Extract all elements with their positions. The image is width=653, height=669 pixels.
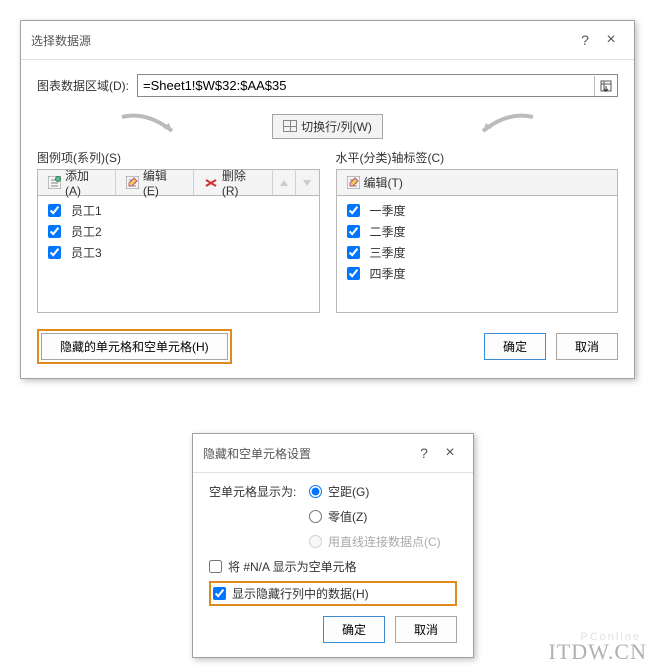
range-selector-icon[interactable]	[594, 76, 617, 96]
hidden-cells-button[interactable]: 隐藏的单元格和空单元格(H)	[41, 333, 228, 360]
categories-panel: 水平(分类)轴标签(C) 编辑(T) 一季度 二季度 三季度 四季度	[336, 149, 619, 313]
show-hidden-highlight: 显示隐藏行列中的数据(H)	[209, 581, 457, 606]
dialog1-title: 选择数据源	[31, 32, 572, 49]
move-down-button[interactable]	[296, 170, 318, 195]
chart-range-label: 图表数据区域(D):	[37, 77, 129, 94]
dialog2-titlebar: 隐藏和空单元格设置 ? ×	[193, 434, 473, 473]
list-item[interactable]: 四季度	[337, 263, 618, 284]
gap-radio[interactable]: 空距(G)	[309, 483, 369, 500]
gap-label: 空距(G)	[328, 483, 369, 500]
dialog1-body: 图表数据区域(D): 切换行/列(W) 图例项(系列)	[21, 60, 634, 378]
cancel-button[interactable]: 取消	[395, 616, 457, 643]
chart-range-row: 图表数据区域(D):	[37, 74, 618, 97]
chart-range-field	[137, 74, 618, 97]
add-label: 添加(A)	[65, 167, 105, 198]
category-checkbox[interactable]	[347, 204, 360, 217]
ok-button[interactable]: 确定	[323, 616, 385, 643]
help-icon[interactable]: ?	[572, 29, 598, 51]
ok-button[interactable]: 确定	[484, 333, 546, 360]
series-checkbox[interactable]	[48, 246, 61, 259]
select-data-source-dialog: 选择数据源 ? × 图表数据区域(D): 切换行/列(W)	[20, 20, 635, 379]
panels: 图例项(系列)(S) 添加(A) 编辑(E) 删除(R)	[37, 149, 618, 313]
line-label: 用直线连接数据点(C)	[328, 533, 441, 550]
remove-label: 删除(R)	[222, 167, 263, 198]
series-listbox[interactable]: 员工1 员工2 员工3	[37, 196, 320, 313]
list-item[interactable]: 三季度	[337, 242, 618, 263]
show-hidden-label: 显示隐藏行列中的数据(H)	[232, 585, 369, 602]
zero-radio[interactable]: 零值(Z)	[309, 508, 367, 525]
display-as-label: 空单元格显示为:	[209, 483, 309, 500]
display-as-row: 空单元格显示为: 空距(G)	[209, 483, 457, 500]
switch-row-column-button[interactable]: 切换行/列(W)	[272, 114, 383, 139]
swap-row: 切换行/列(W)	[37, 111, 618, 141]
line-radio: 用直线连接数据点(C)	[309, 533, 441, 550]
category-item-label: 三季度	[370, 244, 406, 261]
add-series-button[interactable]: 添加(A)	[38, 170, 116, 195]
categories-title: 水平(分类)轴标签(C)	[336, 149, 619, 166]
watermark: ITDW.CN	[549, 639, 647, 665]
series-checkbox[interactable]	[48, 225, 61, 238]
help-icon[interactable]: ?	[411, 442, 437, 464]
series-item-label: 员工2	[71, 223, 102, 240]
list-item[interactable]: 二季度	[337, 221, 618, 242]
series-toolbar: 添加(A) 编辑(E) 删除(R)	[37, 169, 320, 196]
category-item-label: 二季度	[370, 223, 406, 240]
category-item-label: 一季度	[370, 202, 406, 219]
remove-series-button[interactable]: 删除(R)	[194, 170, 274, 195]
category-checkbox[interactable]	[347, 225, 360, 238]
zero-row: 零值(Z)	[309, 508, 457, 525]
add-icon	[48, 176, 61, 189]
list-item[interactable]: 员工2	[38, 221, 319, 242]
grid-icon	[283, 120, 297, 132]
show-na-label: 将 #N/A 显示为空单元格	[228, 558, 357, 575]
series-title: 图例项(系列)(S)	[37, 149, 320, 166]
series-checkbox[interactable]	[48, 204, 61, 217]
zero-label: 零值(Z)	[328, 508, 367, 525]
hidden-empty-cells-dialog: 隐藏和空单元格设置 ? × 空单元格显示为: 空距(G) 零值(Z) 用直线连接…	[192, 433, 474, 658]
list-item[interactable]: 员工3	[38, 242, 319, 263]
hidden-cells-highlight: 隐藏的单元格和空单元格(H)	[37, 329, 232, 364]
series-item-label: 员工1	[71, 202, 102, 219]
show-na-row: 将 #N/A 显示为空单元格	[209, 558, 457, 575]
edit-series-button[interactable]: 编辑(E)	[116, 170, 194, 195]
edit-categories-button[interactable]: 编辑(T)	[337, 170, 413, 195]
show-hidden-checkbox[interactable]	[213, 587, 226, 600]
delete-icon	[204, 178, 218, 188]
dialog2-body: 空单元格显示为: 空距(G) 零值(Z) 用直线连接数据点(C) 将 #N/A …	[193, 473, 473, 657]
series-panel: 图例项(系列)(S) 添加(A) 编辑(E) 删除(R)	[37, 149, 320, 313]
categories-toolbar: 编辑(T)	[336, 169, 619, 196]
arrow-right-icon	[478, 113, 538, 140]
edit-icon	[126, 176, 139, 189]
list-item[interactable]: 员工1	[38, 200, 319, 221]
series-item-label: 员工3	[71, 244, 102, 261]
dialog2-footer: 确定 取消	[209, 616, 457, 643]
cancel-button[interactable]: 取消	[556, 333, 618, 360]
close-icon[interactable]: ×	[598, 29, 624, 51]
category-checkbox[interactable]	[347, 246, 360, 259]
edit-icon	[347, 176, 360, 189]
chart-range-input[interactable]	[138, 75, 594, 96]
category-item-label: 四季度	[370, 265, 406, 282]
show-hidden-row: 显示隐藏行列中的数据(H)	[213, 585, 453, 602]
line-row: 用直线连接数据点(C)	[309, 533, 457, 550]
dialog2-title: 隐藏和空单元格设置	[203, 445, 411, 462]
dialog1-titlebar: 选择数据源 ? ×	[21, 21, 634, 60]
dialog1-footer: 隐藏的单元格和空单元格(H) 确定 取消	[37, 329, 618, 364]
arrow-left-icon	[117, 113, 177, 140]
edit-label: 编辑(T)	[364, 174, 403, 191]
switch-row-column-label: 切换行/列(W)	[301, 118, 372, 135]
edit-label: 编辑(E)	[143, 167, 183, 198]
move-up-button[interactable]	[273, 170, 296, 195]
categories-listbox[interactable]: 一季度 二季度 三季度 四季度	[336, 196, 619, 313]
close-icon[interactable]: ×	[437, 442, 463, 464]
show-na-checkbox[interactable]	[209, 560, 222, 573]
category-checkbox[interactable]	[347, 267, 360, 280]
list-item[interactable]: 一季度	[337, 200, 618, 221]
